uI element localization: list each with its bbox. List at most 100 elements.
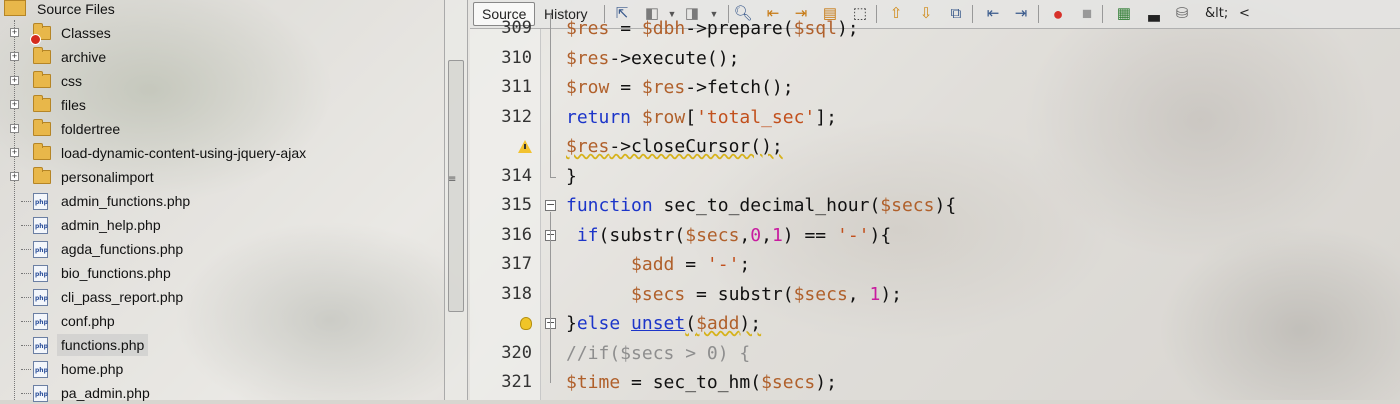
toolbar-separator [1038,5,1039,23]
tree-item-label: admin_functions.php [61,193,191,209]
tree-connector [21,249,31,250]
code-token: $secs [793,283,848,305]
code-token: $secs [761,372,816,393]
code-token: return [566,106,642,128]
html-entity-button[interactable]: &lt; [1205,4,1228,24]
code-token: ->closeCursor(); [609,136,783,157]
folder-icon [33,47,51,64]
tree-scrollbar[interactable]: ≡ [444,0,468,400]
expand-icon[interactable]: + [10,76,19,85]
code-line[interactable]: $row = $res->fetch(); [566,73,794,102]
previous-bookmark-icon[interactable]: ⇧ [886,4,906,24]
toolbar-separator [1102,5,1103,23]
tree-root[interactable]: Source Files [0,0,444,20]
code-token: 1 [869,283,881,305]
tree-file-item[interactable]: agda_functions.php [0,238,444,260]
code-token: (substr( [598,224,686,246]
tree-folder-item[interactable]: + Classes [0,22,444,45]
collapse-fold-icon[interactable]: − [545,199,556,211]
code-line[interactable]: } [566,162,577,191]
folder-icon [33,167,51,184]
code-token: = substr( [685,283,794,305]
grip-icon: ≡ [448,174,457,185]
tree-item-label: agda_functions.php [61,241,184,257]
php-file-icon [33,385,48,402]
tree-connector [21,345,31,346]
folder-icon [33,71,51,88]
comment-icon[interactable]: ▦ [1114,4,1134,24]
expand-icon[interactable]: + [10,100,19,109]
code-line[interactable]: if(substr($secs,0,1) == '-'){ [566,221,891,250]
expand-icon[interactable]: + [10,148,19,157]
tree-file-item[interactable]: pa_admin.php [0,382,444,404]
line-number: 312 [501,106,532,127]
angle-bracket-button[interactable]: < [1239,4,1250,24]
tree-file-item[interactable]: cli_pass_report.php [0,286,444,308]
tree-file-item[interactable]: functions.php [0,334,444,356]
uncomment-icon[interactable]: ▃ [1144,4,1164,24]
fold-guide-line [550,14,551,177]
code-line[interactable]: //if($secs > 0) { [566,339,750,368]
hint-bulb-icon[interactable] [520,317,532,330]
php-file-icon [33,217,48,234]
tree-file-item[interactable]: admin_functions.php [0,190,444,212]
toggle-bookmark-icon[interactable]: ⧉ [946,4,966,24]
tree-item-label: cli_pass_report.php [61,289,184,305]
tree-folder-item[interactable]: + personalimport [0,166,444,188]
expand-icon[interactable]: + [10,52,19,61]
tree-item-label: pa_admin.php [61,385,150,401]
code-line[interactable]: $add = '-'; [566,250,750,279]
expand-icon[interactable]: + [10,28,19,37]
folder-icon [33,143,51,160]
stop-macro-icon[interactable]: ■ [1077,4,1097,24]
code-line[interactable]: return $row['total_sec']; [566,103,837,132]
shift-left-icon[interactable]: ⇤ [983,4,1003,24]
tree-file-item[interactable]: bio_functions.php [0,262,444,284]
tree-folder-item[interactable]: + css [0,70,444,92]
tree-file-item[interactable]: admin_help.php [0,214,444,236]
next-bookmark-icon[interactable]: ⇩ [916,4,936,24]
code-token: ); [739,313,762,334]
code-token: ); [880,283,902,305]
code-token: = [674,254,707,275]
code-area[interactable]: $res = $dbh->prepare($sql); $res->execute… [566,18,1400,400]
code-token: $res [566,18,610,39]
code-token: function [566,195,664,216]
folder-icon [33,95,51,112]
tree-file-item[interactable]: home.php [0,358,444,380]
code-line[interactable]: $secs = substr($secs, 1); [566,280,902,309]
record-macro-icon[interactable]: ● [1048,4,1068,24]
code-line[interactable]: $res->closeCursor(); [566,132,783,161]
code-line[interactable]: function sec_to_decimal_hour($secs){ [566,191,956,220]
line-number: 310 [501,47,532,68]
expand-icon[interactable]: + [10,172,19,181]
tree-item-label: Classes [61,25,111,41]
scrollbar-thumb[interactable] [448,60,464,312]
code-token: 1 [771,224,783,246]
code-line[interactable]: $res = $dbh->prepare($sql); [566,14,859,43]
tree-connector [21,393,31,394]
shift-right-icon[interactable]: ⇥ [1011,4,1031,24]
code-token: } [566,313,577,334]
code-line[interactable]: }else unset($add); [566,309,761,338]
tree-connector [21,297,31,298]
code-token: ; [739,254,751,275]
code-token: , [847,283,870,305]
database-icon[interactable]: ⛁ [1172,4,1192,24]
code-token: ); [815,372,837,393]
tree-file-item[interactable]: conf.php [0,310,444,332]
code-editor: Source History ⇱ ◧ ▼ ◨ ▼ 🔍︎ ⇤ ⇥ ▤ ⬚ ⇧ ⇩ … [470,0,1400,400]
code-line[interactable]: $res->execute(); [566,44,739,73]
php-file-icon [33,337,48,354]
tree-folder-item[interactable]: + archive [0,46,444,68]
code-line[interactable]: $time = sec_to_hm($secs); [566,368,837,397]
tree-folder-item[interactable]: + foldertree [0,118,444,140]
expand-icon[interactable]: + [10,124,19,133]
tree-folder-item[interactable]: + load-dynamic-content-using-jquery-ajax [0,142,444,164]
tree-item-label: archive [61,49,107,65]
code-token: else [576,313,632,334]
code-token: $res [566,136,610,157]
tree-folder-item[interactable]: + files [0,94,444,116]
